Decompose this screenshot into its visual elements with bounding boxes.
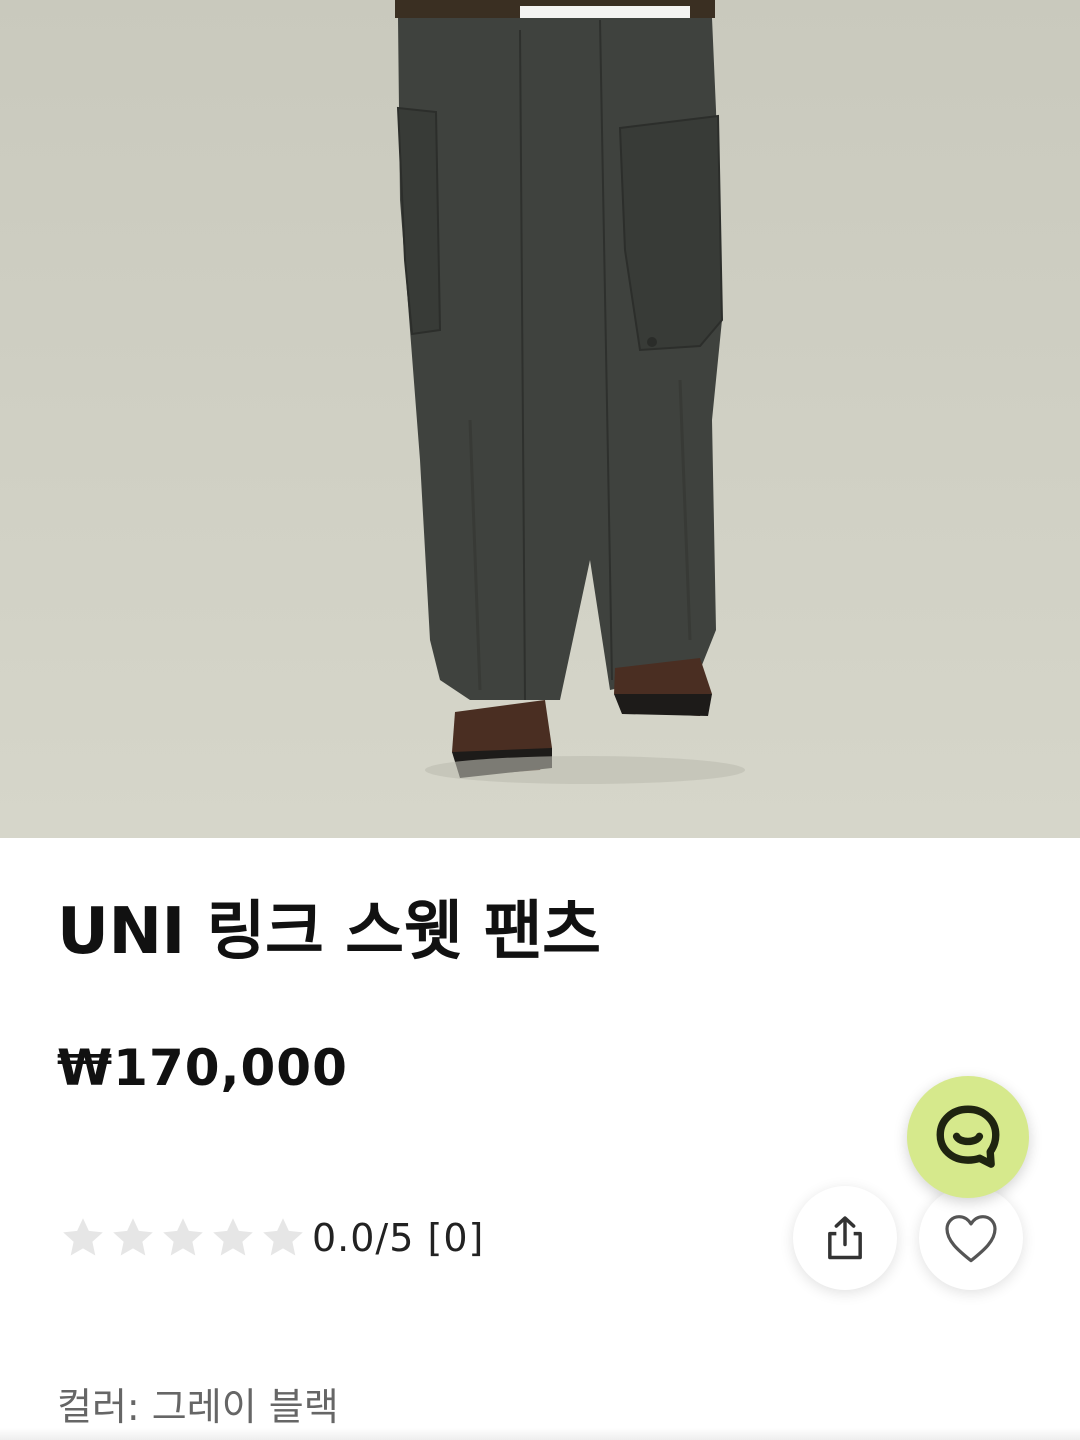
product-image[interactable] (0, 0, 1080, 838)
product-detail-page: UNI 링크 스웻 팬츠 ₩170,000 0.0/5 [0] 컬러: 그레이 … (0, 0, 1080, 1440)
chat-icon (936, 1105, 1000, 1168)
product-title: UNI 링크 스웻 팬츠 (57, 895, 601, 969)
share-icon (828, 1216, 862, 1260)
star-icon (163, 1218, 203, 1256)
share-button[interactable] (793, 1186, 897, 1290)
star-icon (63, 1218, 103, 1256)
like-button[interactable] (919, 1186, 1023, 1290)
rating-row[interactable]: 0.0/5 [0] (58, 1208, 484, 1268)
chat-button[interactable] (907, 1076, 1029, 1198)
heart-icon (945, 1215, 997, 1263)
rating-text: 0.0/5 [0] (312, 1216, 485, 1260)
color-option-text: 컬러: 그레이 블랙 (57, 1385, 339, 1429)
rating-stars (58, 1213, 308, 1263)
star-icon (113, 1218, 153, 1256)
pants-photo (395, 0, 745, 784)
bottom-divider (0, 1428, 1080, 1440)
star-icon (263, 1218, 303, 1256)
star-icon (213, 1218, 253, 1256)
product-price: ₩170,000 (57, 1039, 348, 1097)
